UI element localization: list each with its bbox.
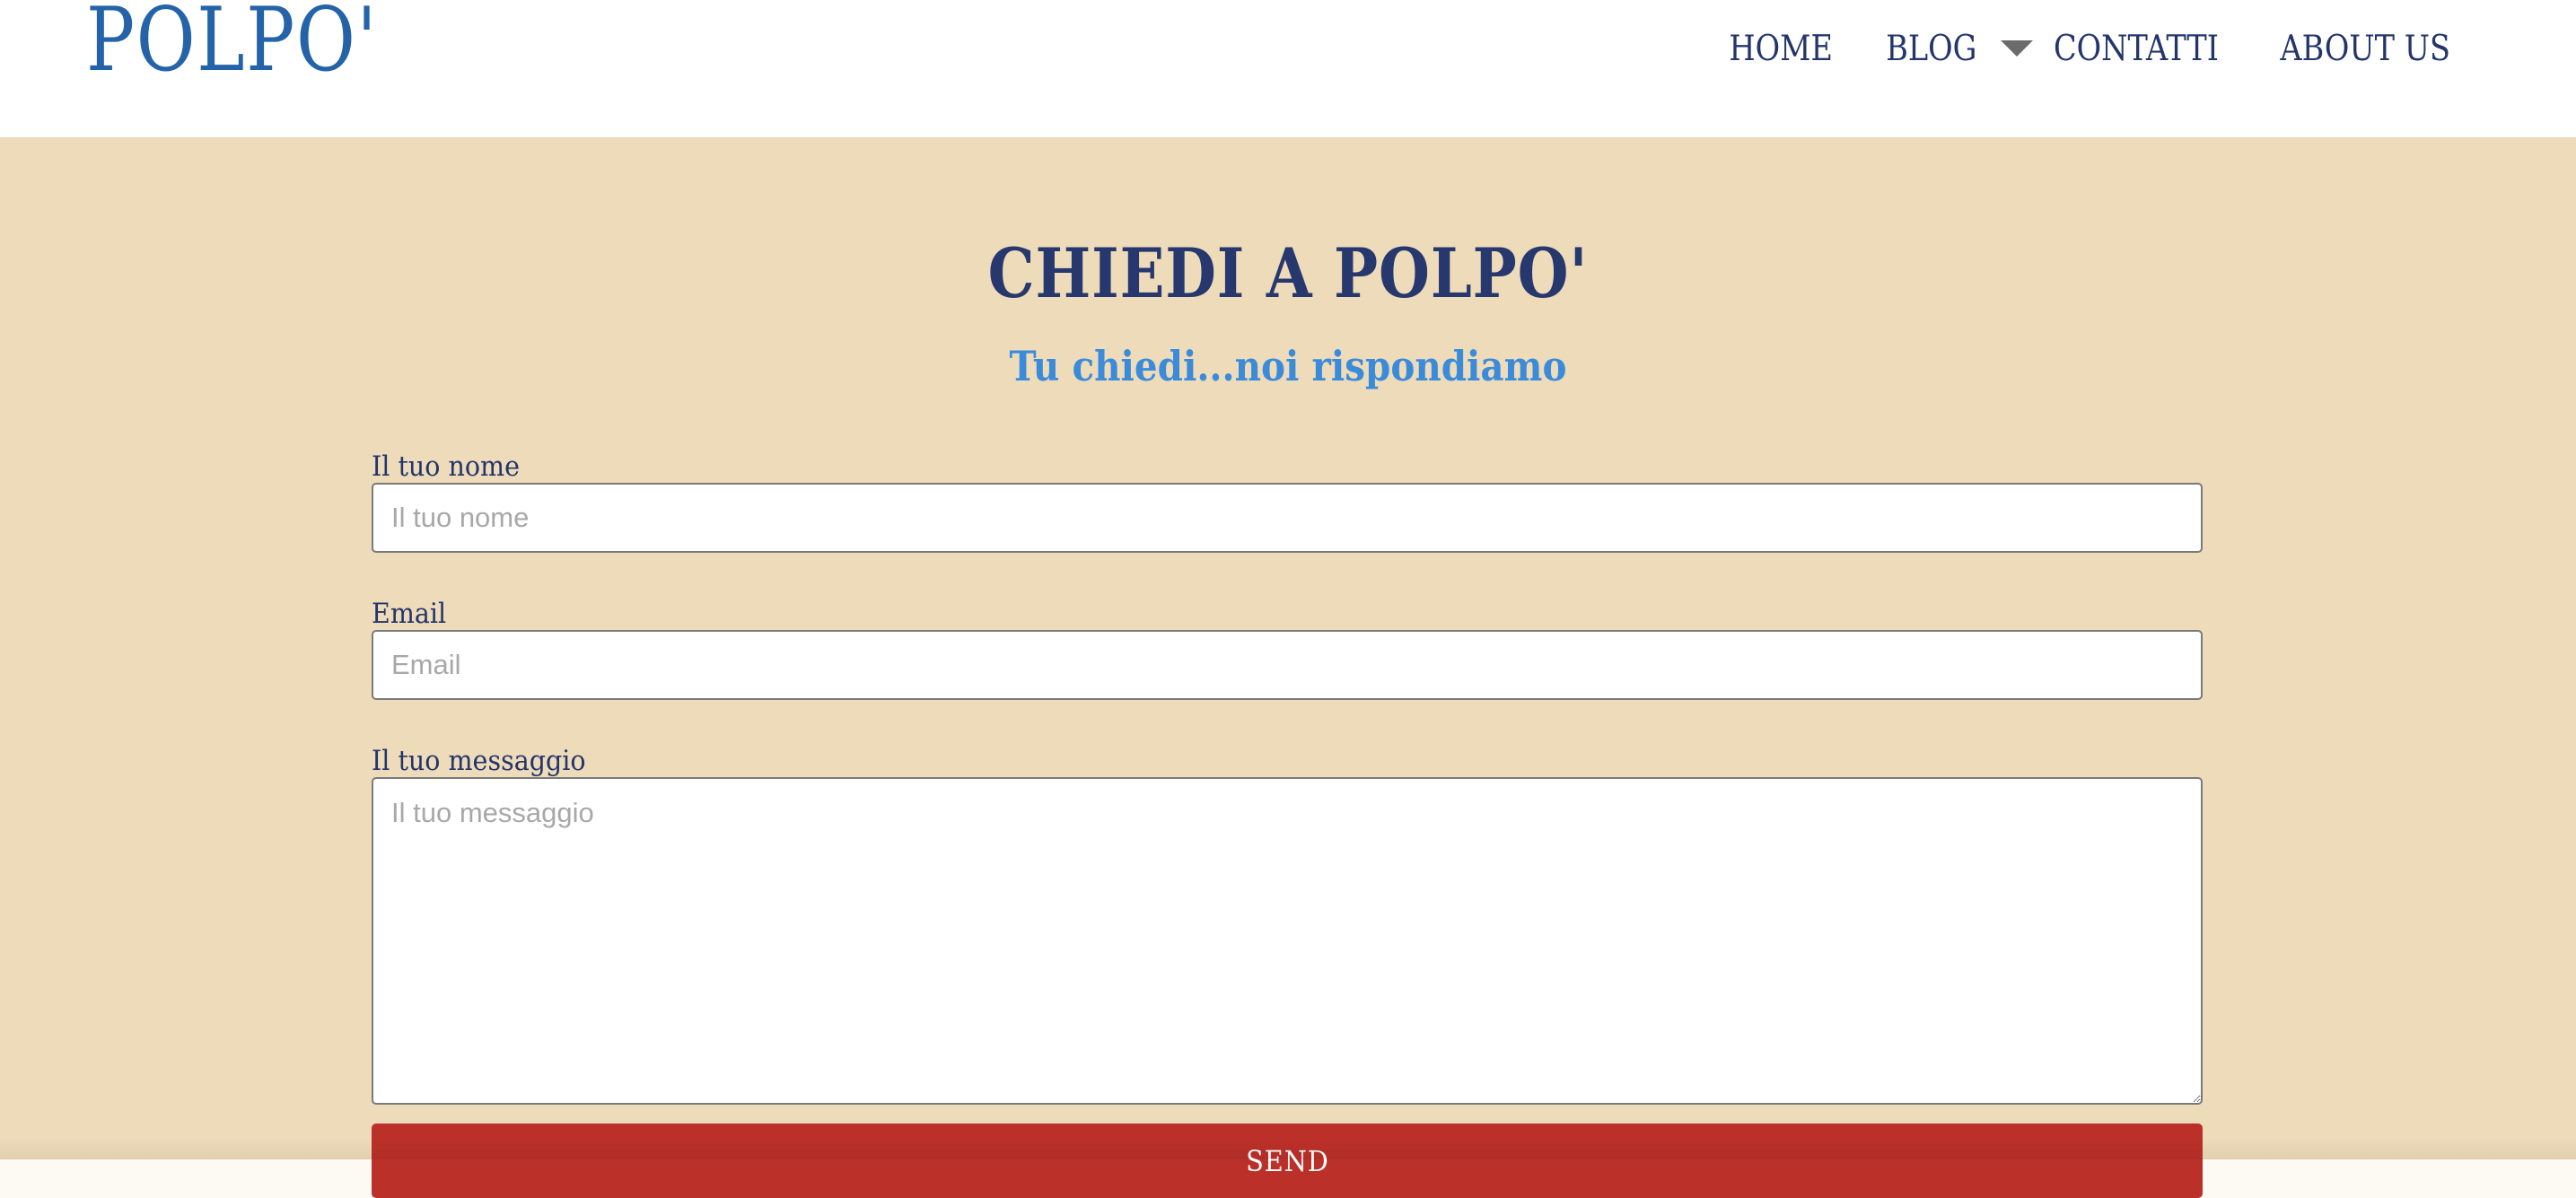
page-subtitle: Tu chiedi...noi rispondiamo (1009, 342, 1567, 390)
contact-form: Il tuo nome Email Il tuo messaggio SEND (372, 453, 2203, 1198)
email-group: Email (372, 600, 2203, 700)
message-group: Il tuo messaggio (372, 748, 2203, 1105)
caret-down-icon[interactable] (2000, 39, 2033, 58)
name-input[interactable] (372, 483, 2203, 553)
nav-about-link[interactable]: ABOUT US (2280, 29, 2450, 69)
message-textarea[interactable] (372, 777, 2203, 1105)
name-label: Il tuo nome (372, 450, 520, 483)
contact-section: CHIEDI A POLPO' Tu chiedi...noi rispondi… (0, 137, 2576, 1198)
site-logo[interactable]: POLPO' (86, 0, 378, 84)
message-label: Il tuo messaggio (372, 745, 586, 777)
nav-contatti-link[interactable]: CONTATTI (2054, 29, 2219, 69)
nav-home-link[interactable]: HOME (1729, 29, 1833, 69)
email-label: Email (372, 598, 447, 630)
email-input[interactable] (372, 630, 2203, 700)
name-group: Il tuo nome (372, 453, 2203, 553)
main-nav: HOME BLOG CONTATTI ABOUT US (1721, 29, 2464, 69)
site-header: POLPO' HOME BLOG CONTATTI ABOUT US (0, 0, 2576, 137)
page-title: CHIEDI A POLPO' (987, 233, 1589, 313)
nav-blog-link[interactable]: BLOG (1886, 29, 1976, 69)
send-button[interactable]: SEND (372, 1124, 2203, 1198)
section-bottom-shadow (0, 1138, 2576, 1159)
